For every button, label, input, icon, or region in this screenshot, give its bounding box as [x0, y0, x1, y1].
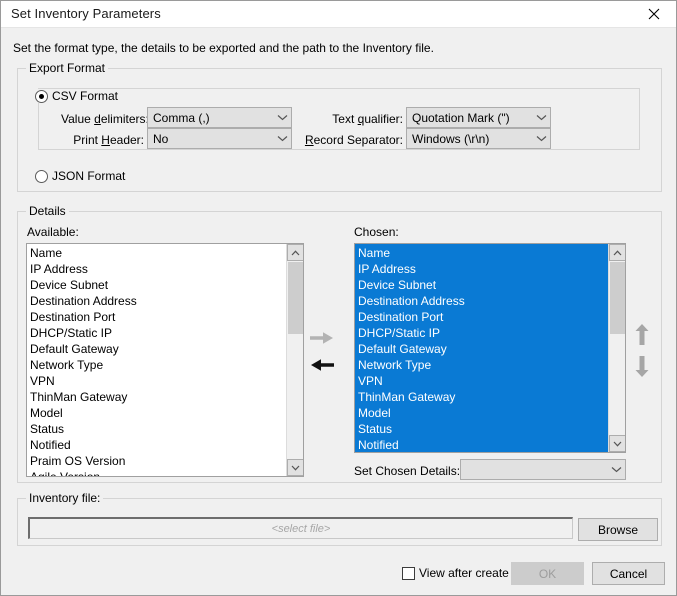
title-bar: Set Inventory Parameters	[1, 1, 676, 28]
checkbox-indicator	[402, 566, 415, 580]
print-header-combobox[interactable]: No	[147, 128, 292, 149]
scroll-down-icon[interactable]	[609, 435, 625, 452]
list-item[interactable]: Device Subnet	[355, 277, 607, 293]
text-qualifier-label: Text qualifier:	[332, 112, 403, 126]
list-item[interactable]: IP Address	[27, 261, 285, 277]
available-scrollbar[interactable]	[286, 244, 303, 476]
chevron-down-icon	[533, 114, 550, 121]
radio-csv-format[interactable]: CSV Format	[35, 89, 123, 103]
list-item[interactable]: IP Address	[355, 261, 607, 277]
list-item[interactable]: Destination Address	[27, 293, 285, 309]
print-header-value: No	[153, 131, 169, 146]
text-qualifier-value: Quotation Mark (")	[412, 110, 510, 125]
list-item[interactable]: Network Type	[355, 357, 607, 373]
list-item[interactable]: Agile Version	[27, 469, 285, 476]
list-item[interactable]: Model	[27, 405, 285, 421]
record-separator-combobox[interactable]: Windows (\r\n)	[406, 128, 551, 149]
arrow-right-icon[interactable]	[308, 330, 336, 349]
chevron-down-icon	[274, 114, 291, 121]
chosen-listbox[interactable]: Name IP Address Device Subnet Destination A…	[354, 243, 626, 453]
list-item[interactable]: Notified	[27, 437, 285, 453]
chosen-label: Chosen:	[354, 225, 399, 239]
list-item[interactable]: Name	[27, 245, 285, 261]
chevron-down-icon	[533, 135, 550, 142]
list-item[interactable]: ThinMan Gateway	[355, 389, 607, 405]
print-header-label: Print Header:	[73, 133, 144, 147]
inventory-file-input[interactable]: <select file>	[28, 517, 573, 539]
list-item[interactable]: Status	[27, 421, 285, 437]
radio-csv-indicator	[35, 89, 48, 103]
view-after-create-checkbox[interactable]: View after create	[402, 566, 509, 580]
radio-csv-label: CSV Format	[52, 89, 119, 103]
text-qualifier-combobox[interactable]: Quotation Mark (")	[406, 107, 551, 128]
list-item[interactable]: Name	[355, 245, 607, 261]
close-icon[interactable]	[631, 1, 676, 27]
chosen-list-items[interactable]: Name IP Address Device Subnet Destination A…	[355, 244, 607, 452]
value-delimiters-value: Comma (,)	[153, 110, 210, 125]
chevron-down-icon	[274, 135, 291, 142]
list-item[interactable]: Notified	[355, 437, 607, 452]
list-item[interactable]: Destination Port	[355, 309, 607, 325]
chosen-scroll-thumb[interactable]	[610, 262, 625, 334]
scroll-down-icon[interactable]	[287, 459, 303, 476]
record-separator-value: Windows (\r\n)	[412, 131, 490, 146]
list-item[interactable]: DHCP/Static IP	[27, 325, 285, 341]
browse-button[interactable]: Browse	[578, 518, 658, 541]
chevron-down-icon	[608, 466, 625, 473]
cancel-button[interactable]: Cancel	[592, 562, 665, 585]
ok-button[interactable]: OK	[511, 562, 584, 585]
set-inventory-parameters-dialog: Set Inventory Parameters Set the format …	[0, 0, 677, 596]
list-item[interactable]: Destination Port	[27, 309, 285, 325]
value-delimiters-combobox[interactable]: Comma (,)	[147, 107, 292, 128]
set-chosen-details-label: Set Chosen Details:	[354, 464, 461, 478]
arrow-down-icon[interactable]	[634, 354, 650, 381]
window-title: Set Inventory Parameters	[11, 6, 161, 21]
record-separator-label: Record Separator:	[304, 133, 403, 147]
set-chosen-details-combobox[interactable]	[460, 459, 626, 480]
inventory-file-legend: Inventory file:	[26, 491, 104, 505]
list-item[interactable]: ThinMan Gateway	[27, 389, 285, 405]
value-delimiters-label: Value delimiters:	[61, 112, 149, 126]
arrow-left-icon[interactable]	[308, 357, 336, 376]
list-item[interactable]: Network Type	[27, 357, 285, 373]
scroll-up-icon[interactable]	[287, 244, 303, 261]
list-item[interactable]: Destination Address	[355, 293, 607, 309]
available-scroll-thumb[interactable]	[288, 262, 303, 334]
list-item[interactable]: Default Gateway	[27, 341, 285, 357]
export-format-legend: Export Format	[26, 61, 109, 75]
list-item[interactable]: VPN	[355, 373, 607, 389]
chosen-scrollbar[interactable]	[608, 244, 625, 452]
available-label: Available:	[27, 225, 79, 239]
radio-json-format[interactable]: JSON Format	[35, 169, 125, 183]
scroll-up-icon[interactable]	[609, 244, 625, 261]
details-legend: Details	[26, 204, 69, 218]
radio-json-indicator	[35, 169, 48, 183]
radio-json-label: JSON Format	[52, 169, 126, 183]
list-item[interactable]: DHCP/Static IP	[355, 325, 607, 341]
view-after-create-label: View after create	[419, 566, 509, 580]
dialog-description: Set the format type, the details to be e…	[13, 41, 434, 55]
arrow-up-icon[interactable]	[634, 323, 650, 350]
list-item[interactable]: Status	[355, 421, 607, 437]
list-item[interactable]: Model	[355, 405, 607, 421]
inventory-file-placeholder: <select file>	[271, 522, 331, 535]
list-item[interactable]: Praim OS Version	[27, 453, 285, 469]
available-listbox[interactable]: Name IP Address Device Subnet Destination A…	[26, 243, 304, 477]
list-item[interactable]: Default Gateway	[355, 341, 607, 357]
available-list-items[interactable]: Name IP Address Device Subnet Destination A…	[27, 244, 285, 476]
list-item[interactable]: VPN	[27, 373, 285, 389]
list-item[interactable]: Device Subnet	[27, 277, 285, 293]
